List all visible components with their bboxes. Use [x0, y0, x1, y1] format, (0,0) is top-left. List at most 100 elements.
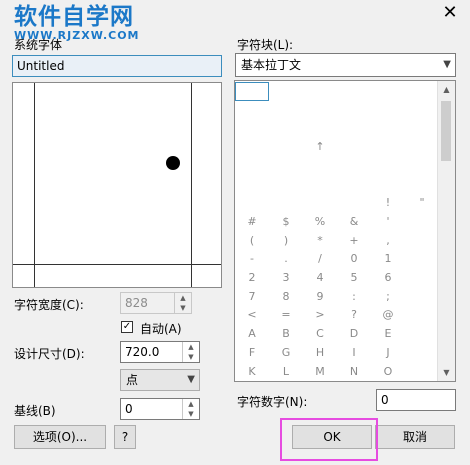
char-cell[interactable]: 6: [371, 269, 405, 288]
char-cell[interactable]: #: [235, 213, 269, 232]
char-cell[interactable]: [303, 157, 337, 176]
char-cell[interactable]: [337, 119, 371, 138]
char-cell[interactable]: 5: [337, 269, 371, 288]
char-cell[interactable]: ?: [337, 306, 371, 325]
char-cell[interactable]: %: [303, 213, 337, 232]
char-cell[interactable]: 7: [235, 288, 269, 307]
char-cell[interactable]: [405, 119, 439, 138]
char-cell[interactable]: 8: [269, 288, 303, 307]
char-cell[interactable]: ↑: [303, 138, 337, 157]
char-cell[interactable]: M: [303, 363, 337, 382]
char-cell[interactable]: [235, 82, 269, 101]
font-name-input[interactable]: Untitled: [12, 55, 222, 77]
char-cell[interactable]: [303, 119, 337, 138]
char-cell[interactable]: [371, 157, 405, 176]
char-cell[interactable]: [235, 157, 269, 176]
char-cell[interactable]: [371, 119, 405, 138]
char-cell[interactable]: [405, 157, 439, 176]
char-cell[interactable]: H: [303, 344, 337, 363]
char-cell[interactable]: @: [371, 306, 405, 325]
char-cell[interactable]: E: [371, 325, 405, 344]
char-cell[interactable]: [405, 325, 439, 344]
char-cell[interactable]: F: [235, 344, 269, 363]
char-cell[interactable]: [269, 119, 303, 138]
char-cell[interactable]: <: [235, 306, 269, 325]
char-cell[interactable]: /: [303, 250, 337, 269]
scroll-thumb[interactable]: [441, 101, 451, 161]
char-cell[interactable]: ': [371, 213, 405, 232]
char-cell[interactable]: [269, 157, 303, 176]
char-cell[interactable]: .: [269, 250, 303, 269]
char-cell[interactable]: [303, 101, 337, 120]
char-number-input[interactable]: 0: [376, 389, 456, 411]
char-cell[interactable]: [337, 194, 371, 213]
char-cell[interactable]: K: [235, 363, 269, 382]
char-cell[interactable]: (: [235, 232, 269, 251]
char-width-stepper[interactable]: 828 ▲ ▼: [120, 292, 192, 314]
options-button[interactable]: 选项(O)...: [14, 425, 106, 449]
spin-down-icon[interactable]: ▼: [175, 303, 191, 313]
char-cell[interactable]: C: [303, 325, 337, 344]
char-cell[interactable]: G: [269, 344, 303, 363]
char-cell[interactable]: 3: [269, 269, 303, 288]
char-cell[interactable]: &: [337, 213, 371, 232]
unit-dropdown[interactable]: 点 ▼: [120, 369, 200, 391]
char-cell[interactable]: [235, 176, 269, 195]
char-cell[interactable]: D: [337, 325, 371, 344]
char-cell[interactable]: B: [269, 325, 303, 344]
char-cell[interactable]: [371, 101, 405, 120]
char-cell[interactable]: =: [269, 306, 303, 325]
char-cell[interactable]: [269, 101, 303, 120]
char-cell[interactable]: O: [371, 363, 405, 382]
help-button[interactable]: ?: [114, 425, 136, 449]
char-cell[interactable]: [269, 176, 303, 195]
char-cell[interactable]: [405, 306, 439, 325]
char-cell[interactable]: 9: [303, 288, 337, 307]
char-cell[interactable]: [405, 176, 439, 195]
char-cell[interactable]: !: [371, 194, 405, 213]
char-cell[interactable]: ): [269, 232, 303, 251]
char-cell[interactable]: [405, 288, 439, 307]
char-cell[interactable]: ": [405, 194, 439, 213]
char-cell[interactable]: [405, 269, 439, 288]
spin-down-icon[interactable]: ▼: [183, 409, 199, 419]
scroll-down-icon[interactable]: ▼: [438, 364, 455, 381]
char-cell[interactable]: 1: [371, 250, 405, 269]
char-cell[interactable]: [405, 344, 439, 363]
char-cell[interactable]: $: [269, 213, 303, 232]
char-cell[interactable]: +: [337, 232, 371, 251]
char-cell[interactable]: -: [235, 250, 269, 269]
char-cell[interactable]: [303, 82, 337, 101]
char-cell[interactable]: [337, 157, 371, 176]
char-cell[interactable]: [269, 82, 303, 101]
char-cell[interactable]: [235, 138, 269, 157]
char-cell[interactable]: [235, 194, 269, 213]
char-cell[interactable]: [337, 101, 371, 120]
char-cell[interactable]: [235, 101, 269, 120]
char-cell[interactable]: :: [337, 288, 371, 307]
char-cell[interactable]: [303, 194, 337, 213]
char-cell[interactable]: [371, 82, 405, 101]
char-cell[interactable]: [405, 213, 439, 232]
char-cell[interactable]: N: [337, 363, 371, 382]
char-cell[interactable]: [405, 250, 439, 269]
char-cell[interactable]: [371, 138, 405, 157]
char-cell[interactable]: [337, 176, 371, 195]
char-cell[interactable]: 4: [303, 269, 337, 288]
char-cell[interactable]: ,: [371, 232, 405, 251]
char-cell[interactable]: [337, 138, 371, 157]
spin-up-icon[interactable]: ▲: [175, 293, 191, 303]
grid-scrollbar[interactable]: ▲ ▼: [437, 81, 455, 381]
cancel-button[interactable]: 取消: [375, 425, 455, 449]
char-cell[interactable]: [269, 138, 303, 157]
char-cell[interactable]: [303, 176, 337, 195]
char-cell[interactable]: L: [269, 363, 303, 382]
close-icon[interactable]: ✕: [438, 2, 462, 24]
char-cell[interactable]: ;: [371, 288, 405, 307]
char-cell[interactable]: [405, 232, 439, 251]
spin-up-icon[interactable]: ▲: [183, 399, 199, 409]
char-cell[interactable]: [405, 101, 439, 120]
char-cell[interactable]: I: [337, 344, 371, 363]
char-cell[interactable]: 2: [235, 269, 269, 288]
char-cell[interactable]: [269, 194, 303, 213]
